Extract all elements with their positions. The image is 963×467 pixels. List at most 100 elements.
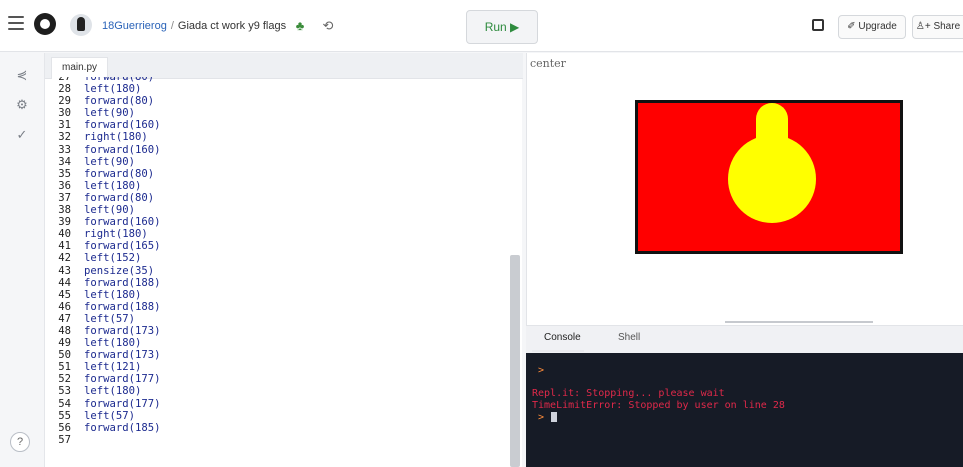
code-statement[interactable]: forward(188) <box>84 277 161 289</box>
code-line[interactable]: 47 left(57) <box>45 313 515 325</box>
code-statement[interactable]: forward(165) <box>84 240 161 252</box>
code-line[interactable]: 48 forward(173) <box>45 325 515 337</box>
tab-shell[interactable]: Shell <box>618 332 640 343</box>
code-line[interactable]: 45 left(180) <box>45 289 515 301</box>
code-statement[interactable]: left(180) <box>84 337 141 349</box>
breadcrumb-separator: / <box>170 20 174 32</box>
code-line[interactable]: 34 left(90) <box>45 156 515 168</box>
code-statement[interactable]: left(180) <box>84 83 141 95</box>
code-line[interactable]: 43 pensize(35) <box>45 265 515 277</box>
code-line[interactable]: 37 forward(80) <box>45 192 515 204</box>
run-button[interactable]: Run ▶ <box>466 10 538 44</box>
code-line[interactable]: 32 right(180) <box>45 131 515 143</box>
code-statement[interactable]: forward(173) <box>84 349 161 361</box>
line-number: 32 <box>58 131 71 144</box>
code-statement[interactable]: forward(177) <box>84 398 161 410</box>
code-statement[interactable]: forward(188) <box>84 301 161 313</box>
line-number: 37 <box>58 191 71 204</box>
upgrade-button[interactable]: ✐ Upgrade <box>838 15 906 39</box>
code-statement[interactable]: left(180) <box>84 180 141 192</box>
line-number: 30 <box>58 107 71 120</box>
code-line[interactable]: 49 left(180) <box>45 337 515 349</box>
left-sidebar: ⋞ ⚙ ✓ <box>0 53 44 467</box>
code-line[interactable]: 51 left(121) <box>45 361 515 373</box>
line-number: 55 <box>58 409 71 422</box>
share-button[interactable]: ♙+ Share <box>912 15 963 39</box>
code-line[interactable]: 55 left(57) <box>45 410 515 422</box>
tab-console[interactable]: Console <box>544 332 581 343</box>
code-statement[interactable]: forward(177) <box>84 373 161 385</box>
code-statement[interactable]: left(180) <box>84 385 141 397</box>
code-area[interactable]: 27 forward(80) 28 left(180) 29 forward(80) 30 l… <box>45 77 515 467</box>
code-statement[interactable]: forward(185) <box>84 422 161 434</box>
code-line[interactable]: 38 left(90) <box>45 204 515 216</box>
code-line[interactable]: 52 forward(177) <box>45 373 515 385</box>
console-output[interactable]: > Repl.it: Stopping... please wait TimeL… <box>526 353 963 467</box>
code-line[interactable]: 39 forward(160) <box>45 216 515 228</box>
code-line[interactable]: 57 <box>45 434 515 446</box>
editor-tab-strip: main.py <box>45 53 523 79</box>
replit-logo-icon[interactable] <box>34 13 56 35</box>
file-tab-main-py[interactable]: main.py <box>51 57 109 79</box>
pane-resize-handle[interactable] <box>725 321 873 323</box>
code-line[interactable]: 53 left(180) <box>45 385 515 397</box>
code-statement[interactable]: left(152) <box>84 252 141 264</box>
console-prompt: > <box>538 365 545 376</box>
code-line[interactable]: 56 forward(185) <box>45 422 515 434</box>
code-line[interactable]: 40 right(180) <box>45 228 515 240</box>
code-statement[interactable]: forward(160) <box>84 144 161 156</box>
code-line[interactable]: 33 forward(160) <box>45 144 515 156</box>
code-statement[interactable]: forward(80) <box>84 192 154 204</box>
code-line[interactable]: 44 forward(188) <box>45 277 515 289</box>
code-line[interactable]: 42 left(152) <box>45 252 515 264</box>
code-statement[interactable]: forward(80) <box>84 95 154 107</box>
editor-scrollbar[interactable] <box>510 255 520 467</box>
user-avatar[interactable] <box>70 14 92 36</box>
line-number: 49 <box>58 337 71 350</box>
code-line[interactable]: 31 forward(160) <box>45 119 515 131</box>
code-statement[interactable]: left(90) <box>84 156 135 168</box>
help-button[interactable]: ? <box>10 432 30 452</box>
code-statement[interactable]: left(57) <box>84 313 135 325</box>
code-statement[interactable]: forward(160) <box>84 216 161 228</box>
line-number: 50 <box>58 349 71 362</box>
history-icon[interactable]: ⟲ <box>320 18 336 34</box>
code-line[interactable]: 54 forward(177) <box>45 398 515 410</box>
code-line[interactable]: 35 forward(80) <box>45 168 515 180</box>
code-statement[interactable]: forward(173) <box>84 325 161 337</box>
code-line[interactable]: 30 left(90) <box>45 107 515 119</box>
code-statement[interactable]: left(90) <box>84 107 135 119</box>
gear-icon[interactable]: ⚙ <box>14 97 30 113</box>
breadcrumb-username[interactable]: 18Guerrierog <box>102 20 167 32</box>
chat-icon[interactable] <box>812 19 824 31</box>
code-statement[interactable]: left(57) <box>84 410 135 422</box>
language-icon: ♣ <box>295 18 305 33</box>
code-statement[interactable]: right(180) <box>84 131 148 143</box>
code-statement[interactable]: left(180) <box>84 289 141 301</box>
line-number: 44 <box>58 276 71 289</box>
code-statement[interactable]: forward(80) <box>84 168 154 180</box>
line-number: 29 <box>58 95 71 108</box>
check-icon[interactable]: ✓ <box>14 127 30 143</box>
code-statement[interactable]: left(121) <box>84 361 141 373</box>
share-nodes-icon[interactable]: ⋞ <box>14 67 30 83</box>
code-line[interactable]: 50 forward(173) <box>45 349 515 361</box>
code-line[interactable]: 46 forward(188) <box>45 301 515 313</box>
code-line[interactable]: 41 forward(165) <box>45 240 515 252</box>
line-number: 52 <box>58 373 71 386</box>
menu-icon[interactable] <box>8 16 24 30</box>
code-statement[interactable]: pensize(35) <box>84 265 154 277</box>
code-statement[interactable]: forward(160) <box>84 119 161 131</box>
code-line[interactable]: 28 left(180) <box>45 83 515 95</box>
code-statement[interactable]: right(180) <box>84 228 148 240</box>
line-number: 53 <box>58 385 71 398</box>
top-bar: 18Guerrierog / Giada ct work y9 flags ♣ ⟲ … <box>0 0 963 52</box>
line-number: 38 <box>58 204 71 217</box>
code-line[interactable]: 36 left(180) <box>45 180 515 192</box>
line-number: 42 <box>58 252 71 265</box>
code-editor[interactable]: main.py 27 forward(80) 28 left(180) 29 forwar… <box>44 53 523 467</box>
code-statement[interactable]: left(90) <box>84 204 135 216</box>
code-line[interactable]: 29 forward(80) <box>45 95 515 107</box>
project-title[interactable]: Giada ct work y9 flags <box>178 20 286 32</box>
line-number: 39 <box>58 216 71 229</box>
